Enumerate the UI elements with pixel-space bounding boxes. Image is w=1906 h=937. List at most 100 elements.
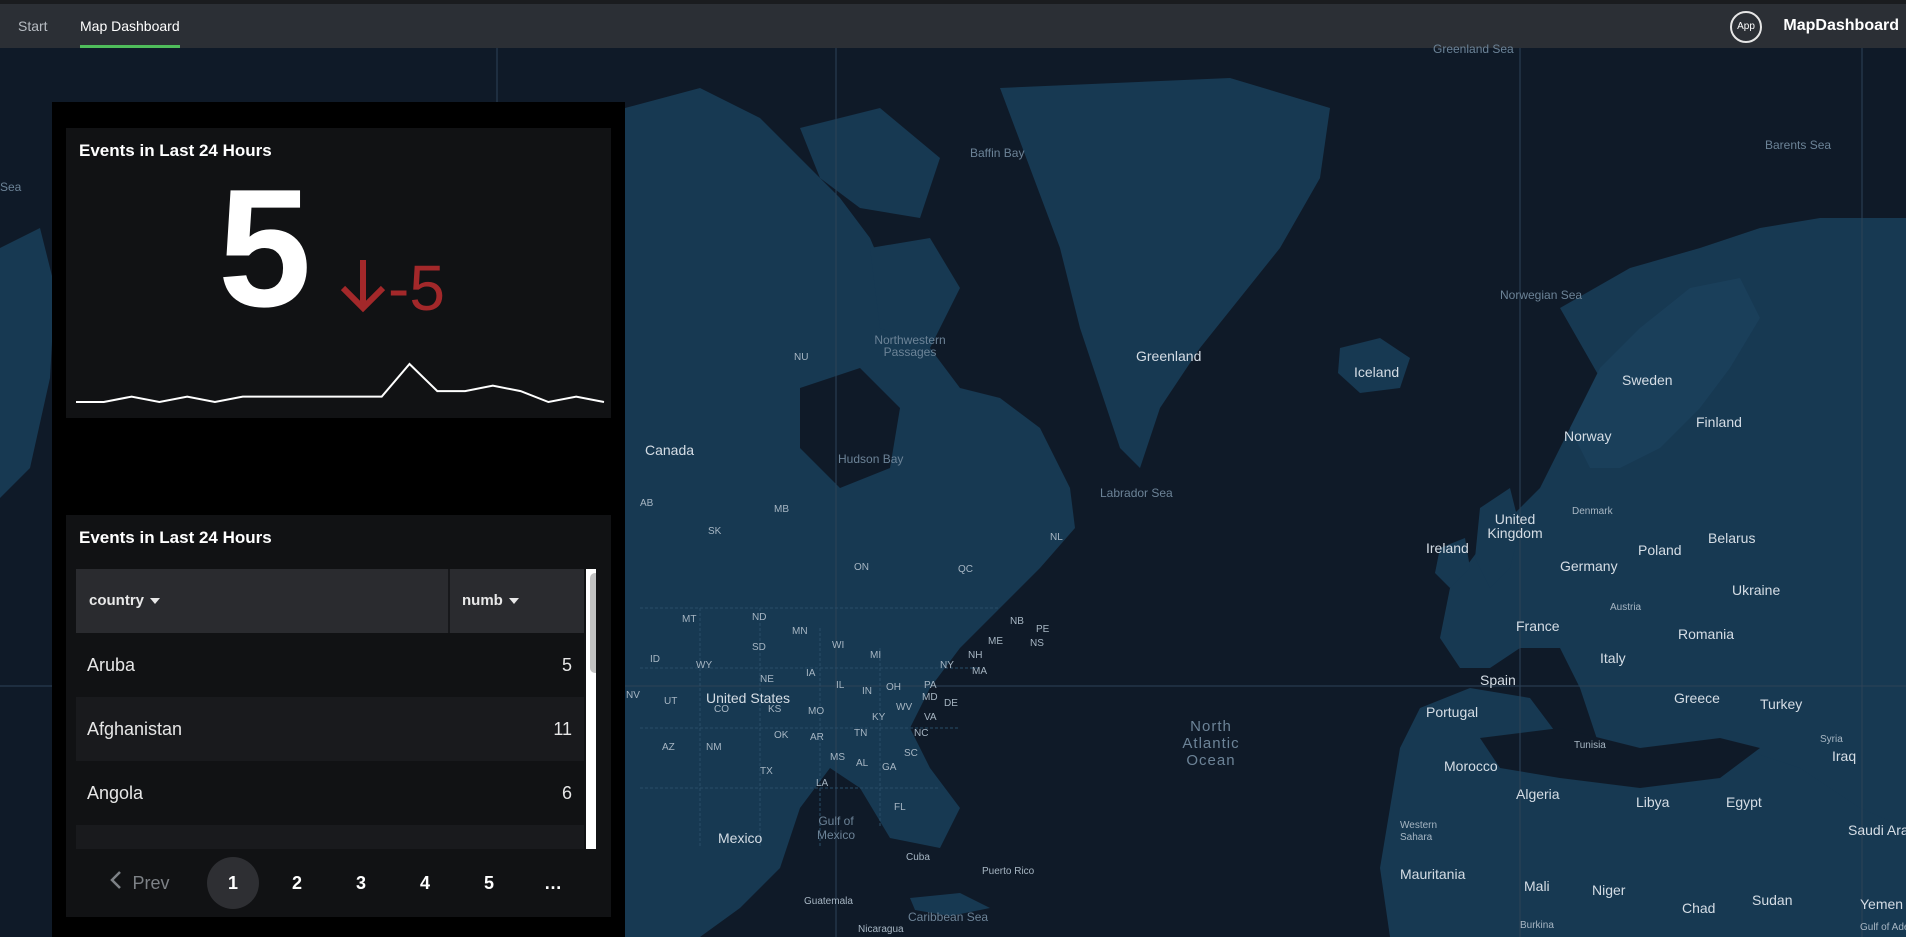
map-label-ab: AB: [640, 498, 654, 509]
map-label-morocco: Morocco: [1444, 758, 1498, 774]
cell-country: Angola: [87, 783, 144, 803]
map-label-nu: NU: [794, 352, 809, 363]
map-label-mexico: Mexico: [718, 830, 763, 846]
map-label-germany: Germany: [1560, 558, 1618, 574]
map-label-on: ON: [854, 562, 869, 573]
map-label-tunisia: Tunisia: [1574, 740, 1606, 751]
map-label-wv: WV: [896, 702, 913, 713]
map-label-yemen: Yemen: [1860, 896, 1904, 912]
column-header-numb-label: numb: [462, 592, 503, 609]
more-pages-button[interactable]: …: [527, 857, 579, 909]
map-label-denmark: Denmark: [1572, 506, 1613, 517]
table-row[interactable]: Aruba 5: [76, 633, 584, 697]
map-label-ny: NY: [940, 660, 954, 671]
map-label-belarus: Belarus: [1708, 530, 1756, 546]
column-header-numb[interactable]: numb: [462, 569, 519, 633]
map-label-turkey: Turkey: [1760, 696, 1803, 712]
map-label-ma: MA: [972, 666, 987, 677]
map-label-id: ID: [650, 654, 660, 665]
map-label-ms: MS: [830, 752, 845, 763]
cell-numb: 6: [561, 783, 572, 803]
map-label-algeria: Algeria: [1516, 786, 1560, 802]
column-header-country[interactable]: country: [89, 569, 161, 633]
map-label-france: France: [1516, 618, 1560, 634]
map-label-sk: SK: [708, 526, 722, 537]
map-label-nh: NH: [968, 650, 983, 661]
table-row[interactable]: Afghanistan 11: [76, 697, 584, 761]
map-label-north-atlantic-ocean: North Atlantic Ocean: [1182, 718, 1240, 769]
pagination: Prev 1 2 3 4 5 …: [66, 847, 618, 919]
map-label-iraq: Iraq: [1832, 748, 1857, 764]
map-label-chad: Chad: [1682, 900, 1716, 916]
map-label-egypt: Egypt: [1726, 794, 1762, 810]
single-value-number: 5: [218, 154, 312, 342]
map-label-iceland: Iceland: [1354, 364, 1400, 380]
table-card: Events in Last 24 Hours country numb Aru…: [66, 515, 611, 917]
map-label-libya: Libya: [1636, 794, 1670, 810]
sparkline-chart: [76, 362, 605, 404]
page-button-3[interactable]: 3: [335, 857, 387, 909]
map-label-mali: Mali: [1524, 878, 1550, 894]
top-nav-bar: Start Map Dashboard App MapDashboard: [0, 0, 1906, 48]
map-label-qc: QC: [958, 564, 973, 575]
map-label-va: VA: [924, 712, 937, 723]
map-label-mn: MN: [792, 626, 808, 637]
map-label-mt: MT: [682, 614, 697, 625]
map-label-fl: FL: [894, 802, 906, 813]
sort-caret-icon: [508, 598, 519, 605]
map-label-ok: OK: [774, 730, 789, 741]
scrollbar-thumb[interactable]: [590, 573, 596, 673]
map-label-syria: Syria: [1820, 734, 1843, 745]
map-label-wy: WY: [696, 660, 713, 671]
map-label-ga: GA: [882, 762, 897, 773]
map-label-gulf-of-mexico: Gulf of Mexico: [816, 814, 855, 842]
page-button-5[interactable]: 5: [463, 857, 515, 909]
trend-indicator: -5: [338, 256, 445, 326]
map-label-sea: Sea: [0, 180, 22, 194]
app-icon[interactable]: App: [1730, 11, 1762, 43]
prev-page-button[interactable]: Prev: [100, 857, 180, 909]
events-table: country numb Aruba 5 Afghanistan 11 Ango…: [76, 569, 596, 849]
map-label-puerto-rico: Puerto Rico: [982, 866, 1035, 877]
map-label-northwestern-passages: Northwestern Passages: [874, 333, 946, 359]
tab-map-dashboard[interactable]: Map Dashboard: [80, 4, 180, 48]
page-button-4[interactable]: 4: [399, 857, 451, 909]
map-label-sd: SD: [752, 642, 766, 653]
page-button-1[interactable]: 1: [207, 857, 259, 909]
map-label-me: ME: [988, 636, 1003, 647]
map-label-cuba: Cuba: [906, 852, 930, 863]
map-label-pe: PE: [1036, 624, 1050, 635]
single-value-card: Events in Last 24 Hours 5 -5: [66, 128, 611, 418]
map-label-norway: Norway: [1564, 428, 1612, 444]
map-label-saudi-arabia: Saudi Arabia: [1848, 822, 1906, 838]
tab-start[interactable]: Start: [18, 4, 48, 48]
map-label-baffin-bay: Baffin Bay: [970, 146, 1025, 160]
table-row[interactable]: Angola 6: [76, 761, 584, 825]
map-label-mauritania: Mauritania: [1400, 866, 1466, 882]
map-label-finland: Finland: [1696, 414, 1742, 430]
map-label-il: IL: [836, 680, 845, 691]
app-name[interactable]: MapDashboard: [1783, 4, 1899, 48]
table-header: country numb: [76, 569, 584, 633]
map-label-nd: ND: [752, 612, 767, 623]
map-label-mo: MO: [808, 706, 825, 717]
map-label-nm: NM: [706, 742, 722, 753]
map-label-burkina: Burkina: [1520, 920, 1554, 931]
sparkline-line: [76, 362, 605, 404]
map-label-ns: NS: [1030, 638, 1044, 649]
cell-country: Aruba: [87, 655, 136, 675]
table-scrollbar[interactable]: [586, 569, 596, 849]
page-button-2[interactable]: 2: [271, 857, 323, 909]
sort-caret-icon: [150, 598, 161, 605]
prev-page-label: Prev: [132, 873, 170, 893]
table-title: Events in Last 24 Hours: [79, 528, 272, 547]
map-label-al: AL: [856, 758, 869, 769]
trend-delta: -5: [388, 252, 445, 324]
table-row[interactable]: [76, 825, 584, 849]
map-label-co: CO: [714, 704, 729, 715]
map-label-norwegian-sea: Norwegian Sea: [1500, 288, 1583, 302]
dashboard-panel: Events in Last 24 Hours 5 -5 Events in L…: [52, 102, 625, 937]
map-label-western-sahara: Western Sahara: [1400, 820, 1438, 843]
map-label-ne: NE: [760, 674, 774, 685]
map-label-nb: NB: [1010, 616, 1024, 627]
